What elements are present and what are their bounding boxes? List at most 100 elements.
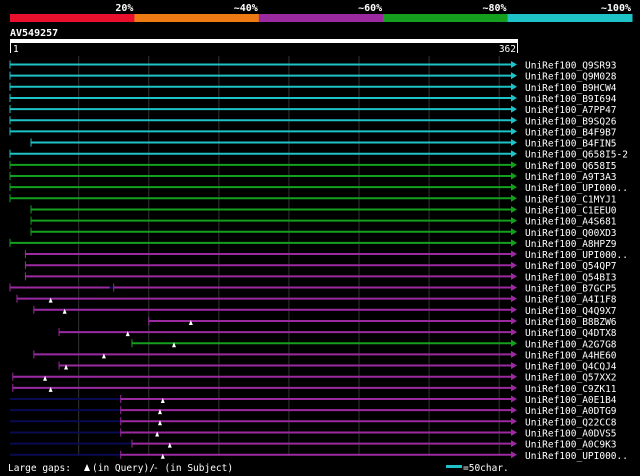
hit-row[interactable]: UniRef100_A8HPZ9 bbox=[9, 238, 617, 250]
hit-arrow-icon bbox=[511, 205, 517, 213]
hit-label[interactable]: UniRef100_Q658I5-2 bbox=[525, 150, 628, 161]
hit-row[interactable]: UniRef100_B4FIN5 bbox=[30, 138, 617, 150]
hit-label[interactable]: UniRef100_A0DVS5 bbox=[525, 428, 617, 439]
in-query-label: (in Query)/ bbox=[92, 463, 155, 474]
hit-label[interactable]: UniRef100_C1EEU0 bbox=[525, 205, 617, 216]
hit-label[interactable]: UniRef100_B4FIN5 bbox=[525, 139, 617, 150]
hit-row[interactable]: UniRef100_Q4DTX8 bbox=[58, 328, 617, 339]
hit-arrow-icon bbox=[511, 183, 517, 191]
hit-label[interactable]: UniRef100_Q9SR93 bbox=[525, 61, 617, 72]
hit-row[interactable]: UniRef100_B9I694 bbox=[9, 93, 617, 105]
hit-row[interactable]: UniRef100_B9HCW4 bbox=[9, 82, 617, 94]
hit-label[interactable]: UniRef100_B8BZW6 bbox=[525, 317, 617, 328]
hit-label[interactable]: UniRef100_A4S681 bbox=[525, 217, 617, 228]
hit-label[interactable]: UniRef100_Q4DTX8 bbox=[525, 328, 617, 339]
hit-label[interactable]: UniRef100_A2G7G8 bbox=[525, 339, 617, 350]
hit-row[interactable]: UniRef100_UPI000.. bbox=[9, 183, 628, 194]
hit-label[interactable]: UniRef100_Q54QP7 bbox=[525, 261, 617, 272]
hit-arrow-icon bbox=[511, 417, 517, 425]
hit-arrow-icon bbox=[511, 328, 517, 336]
hit-row[interactable]: UniRef100_B4F9B7 bbox=[9, 127, 617, 138]
hit-row[interactable]: UniRef100_B9SQ26 bbox=[9, 116, 617, 127]
grid-lines bbox=[78, 56, 500, 456]
hit-label[interactable]: UniRef100_A8HPZ9 bbox=[525, 239, 617, 250]
hit-row[interactable]: UniRef100_A2G7G8 bbox=[131, 339, 617, 350]
footer-legend: Large gaps: (in Query)/ - (in Subject) =… bbox=[8, 463, 509, 474]
hit-row[interactable]: UniRef100_Q22CC8 bbox=[10, 417, 617, 428]
hit-label[interactable]: UniRef100_B4F9B7 bbox=[525, 127, 617, 138]
hit-row[interactable]: UniRef100_C1EEU0 bbox=[30, 205, 617, 216]
hit-label[interactable]: UniRef100_B7GCP5 bbox=[525, 284, 617, 295]
hit-label[interactable]: UniRef100_Q658I5 bbox=[525, 161, 617, 172]
hit-arrow-icon bbox=[511, 239, 517, 247]
legend-swatch-5 bbox=[507, 14, 633, 22]
hit-row[interactable]: UniRef100_A4HE60 bbox=[33, 350, 617, 361]
hit-row[interactable]: UniRef100_C9ZK11 bbox=[12, 383, 617, 395]
hit-label[interactable]: UniRef100_A0C9K3 bbox=[525, 440, 617, 451]
hit-row[interactable]: UniRef100_Q54QP7 bbox=[24, 261, 617, 272]
hit-row[interactable]: UniRef100_Q4Q9X7 bbox=[33, 305, 617, 317]
hit-row[interactable]: UniRef100_A4S681 bbox=[30, 216, 617, 228]
hit-label[interactable]: UniRef100_Q00XD3 bbox=[525, 228, 617, 239]
hit-label[interactable]: UniRef100_Q22CC8 bbox=[525, 417, 617, 428]
hit-row[interactable]: UniRef100_A4I1F8 bbox=[16, 294, 617, 306]
hit-label[interactable]: UniRef100_A0DTG9 bbox=[525, 406, 617, 417]
hit-row[interactable]: UniRef100_Q57XX2 bbox=[12, 372, 617, 384]
hit-label[interactable]: UniRef100_C9ZK11 bbox=[525, 384, 617, 395]
hit-label[interactable]: UniRef100_Q54BI3 bbox=[525, 272, 617, 283]
hit-row[interactable]: UniRef100_UPI000.. bbox=[10, 450, 628, 462]
hit-row[interactable]: UniRef100_Q00XD3 bbox=[30, 227, 617, 239]
hit-arrow-icon bbox=[511, 395, 517, 403]
legend-swatch-1 bbox=[10, 14, 135, 22]
hit-row[interactable]: UniRef100_Q54BI3 bbox=[24, 272, 617, 283]
hit-arrow-icon bbox=[511, 116, 517, 124]
hit-label[interactable]: UniRef100_A4I1F8 bbox=[525, 295, 617, 306]
hit-label[interactable]: UniRef100_A4HE60 bbox=[525, 350, 617, 361]
hit-row[interactable]: UniRef100_A7PP47 bbox=[9, 105, 617, 116]
hit-row[interactable]: UniRef100_Q658I5-2 bbox=[9, 149, 628, 161]
hit-arrow-icon bbox=[511, 306, 517, 314]
hit-label[interactable]: UniRef100_UPI000.. bbox=[525, 250, 628, 261]
hit-row[interactable]: UniRef100_A9T3A3 bbox=[9, 172, 617, 183]
hit-label[interactable]: UniRef100_UPI000.. bbox=[525, 451, 628, 462]
hit-row[interactable]: UniRef100_A0C9K3 bbox=[10, 439, 617, 451]
hit-arrow-icon bbox=[511, 105, 517, 113]
hit-row[interactable]: UniRef100_Q658I5 bbox=[9, 160, 617, 172]
hit-row[interactable]: UniRef100_Q9M028 bbox=[9, 71, 617, 83]
hit-label[interactable]: UniRef100_A0E1B4 bbox=[525, 395, 617, 406]
legend-swatch-2 bbox=[134, 14, 260, 22]
hit-row[interactable]: UniRef100_Q4CQJ4 bbox=[58, 361, 617, 373]
query-gap-marker-icon bbox=[84, 464, 90, 471]
hit-arrow-icon bbox=[511, 150, 517, 158]
hit-arrow-icon bbox=[511, 217, 517, 225]
hit-label[interactable]: UniRef100_B9I694 bbox=[525, 94, 617, 105]
identity-color-legend bbox=[10, 14, 633, 22]
hit-label[interactable]: UniRef100_A9T3A3 bbox=[525, 172, 617, 183]
hit-arrow-icon bbox=[511, 127, 517, 135]
hit-label[interactable]: UniRef100_B9HCW4 bbox=[525, 83, 617, 94]
hit-arrow-icon bbox=[511, 362, 517, 370]
hit-arrow-icon bbox=[511, 272, 517, 280]
hit-arrow-icon bbox=[511, 161, 517, 169]
hit-label[interactable]: UniRef100_B9SQ26 bbox=[525, 116, 617, 127]
hit-arrow-icon bbox=[511, 72, 517, 80]
hit-label[interactable]: UniRef100_Q4CQJ4 bbox=[525, 362, 617, 373]
hit-arrow-icon bbox=[511, 139, 517, 147]
hit-row[interactable]: UniRef100_A0DTG9 bbox=[10, 406, 617, 417]
hit-arrow-icon bbox=[511, 261, 517, 269]
hit-arrow-icon bbox=[511, 384, 517, 392]
hit-row[interactable]: UniRef100_B7GCP5 bbox=[9, 283, 617, 295]
hit-row[interactable]: UniRef100_A0DVS5 bbox=[10, 428, 617, 439]
hit-label[interactable]: UniRef100_A7PP47 bbox=[525, 105, 617, 116]
hit-row[interactable]: UniRef100_A0E1B4 bbox=[10, 395, 617, 406]
hit-label[interactable]: UniRef100_UPI000.. bbox=[525, 183, 628, 194]
hit-row[interactable]: UniRef100_C1MYJ1 bbox=[9, 194, 617, 205]
legend-swatch-3 bbox=[258, 14, 384, 22]
hit-list: UniRef100_Q9SR93UniRef100_Q9M028UniRef10… bbox=[9, 60, 628, 462]
hit-label[interactable]: UniRef100_Q9M028 bbox=[525, 72, 617, 83]
hit-row[interactable]: UniRef100_UPI000.. bbox=[24, 250, 628, 261]
hit-row[interactable]: UniRef100_Q9SR93 bbox=[9, 60, 617, 72]
hit-label[interactable]: UniRef100_Q57XX2 bbox=[525, 373, 617, 384]
hit-label[interactable]: UniRef100_C1MYJ1 bbox=[525, 194, 617, 205]
hit-label[interactable]: UniRef100_Q4Q9X7 bbox=[525, 306, 617, 317]
